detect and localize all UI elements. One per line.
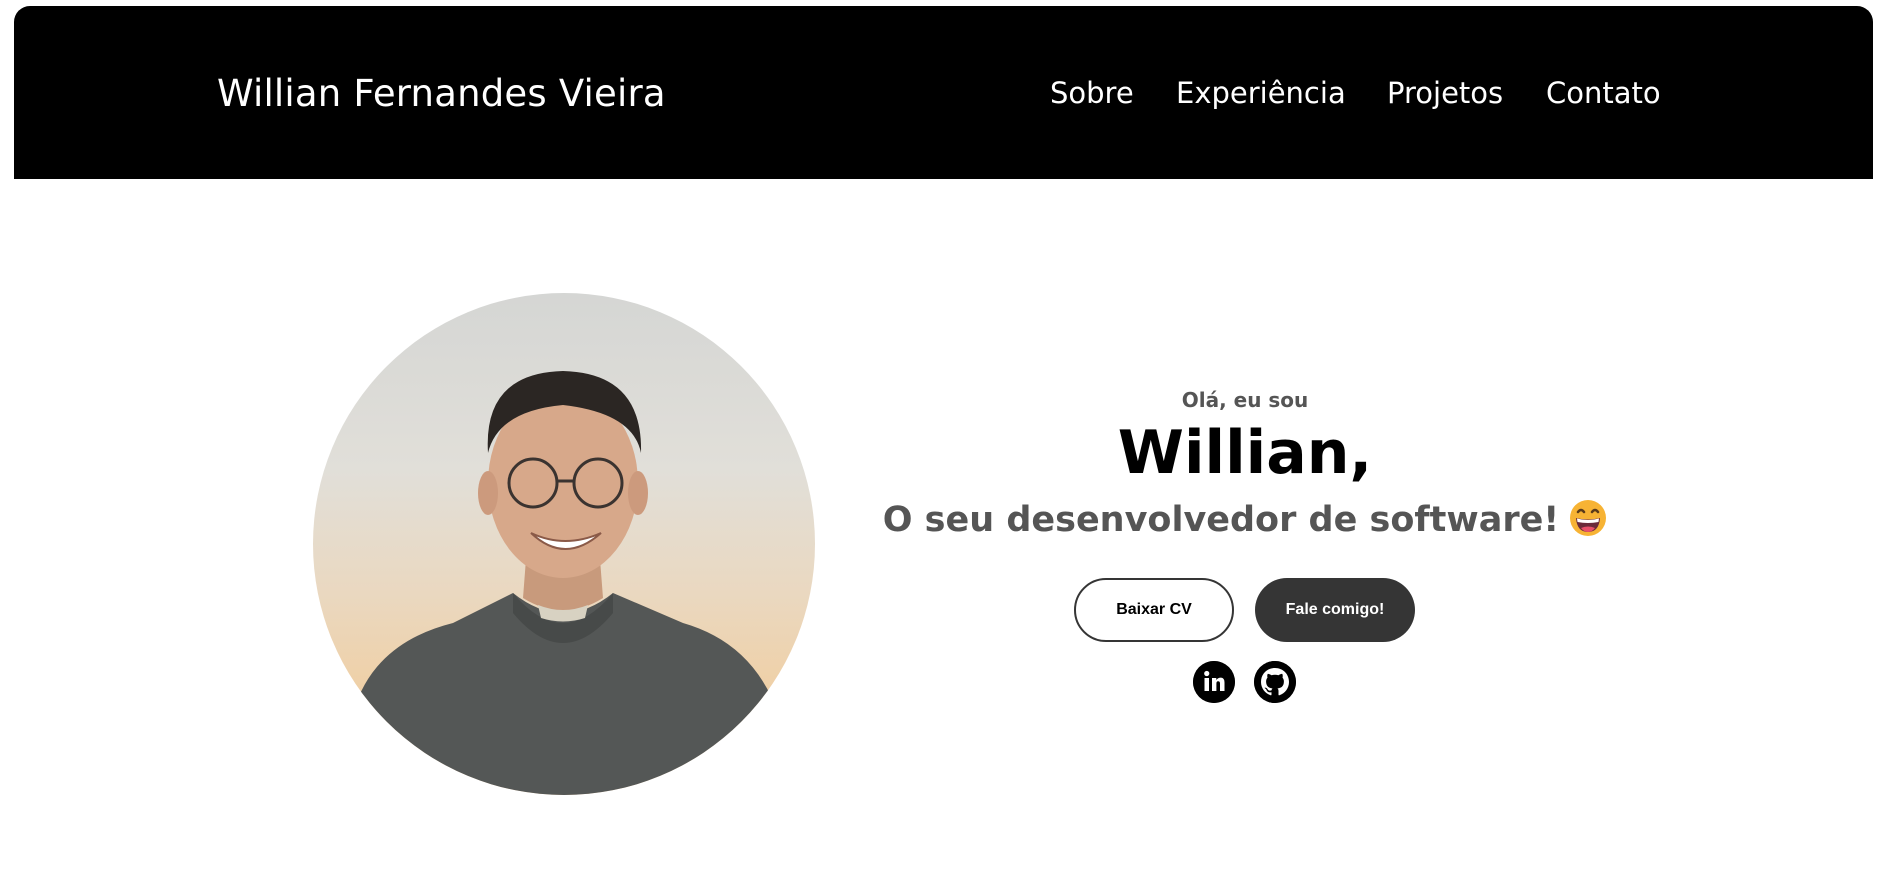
navbar: Willian Fernandes Vieira Sobre Experiênc… — [14, 6, 1873, 179]
profile-photo — [313, 293, 815, 795]
linkedin-icon[interactable] — [1193, 661, 1235, 703]
nav-item-contato[interactable]: Contato — [1546, 76, 1661, 110]
nav-item-projetos[interactable]: Projetos — [1387, 76, 1503, 110]
nav-links: Sobre Experiência Projetos Contato — [14, 76, 1873, 120]
grinning-face-emoji — [1570, 500, 1607, 536]
github-icon[interactable] — [1254, 661, 1296, 703]
subtitle-text: O seu desenvolvedor de software! — [882, 500, 1560, 540]
download-cv-button[interactable]: Baixar CV — [1074, 578, 1234, 642]
hero-intro: Olá, eu sou Willian, O seu desenvolvedor… — [880, 386, 1610, 544]
hero-name: Willian, — [1117, 418, 1373, 488]
hero-subtitle: O seu desenvolvedor de software! — [880, 496, 1610, 544]
nav-item-experiencia[interactable]: Experiência — [1176, 76, 1346, 110]
nav-item-sobre[interactable]: Sobre — [1050, 76, 1134, 110]
contact-me-button[interactable]: Fale comigo! — [1255, 578, 1415, 642]
greeting-text: Olá, eu sou — [1181, 388, 1309, 412]
